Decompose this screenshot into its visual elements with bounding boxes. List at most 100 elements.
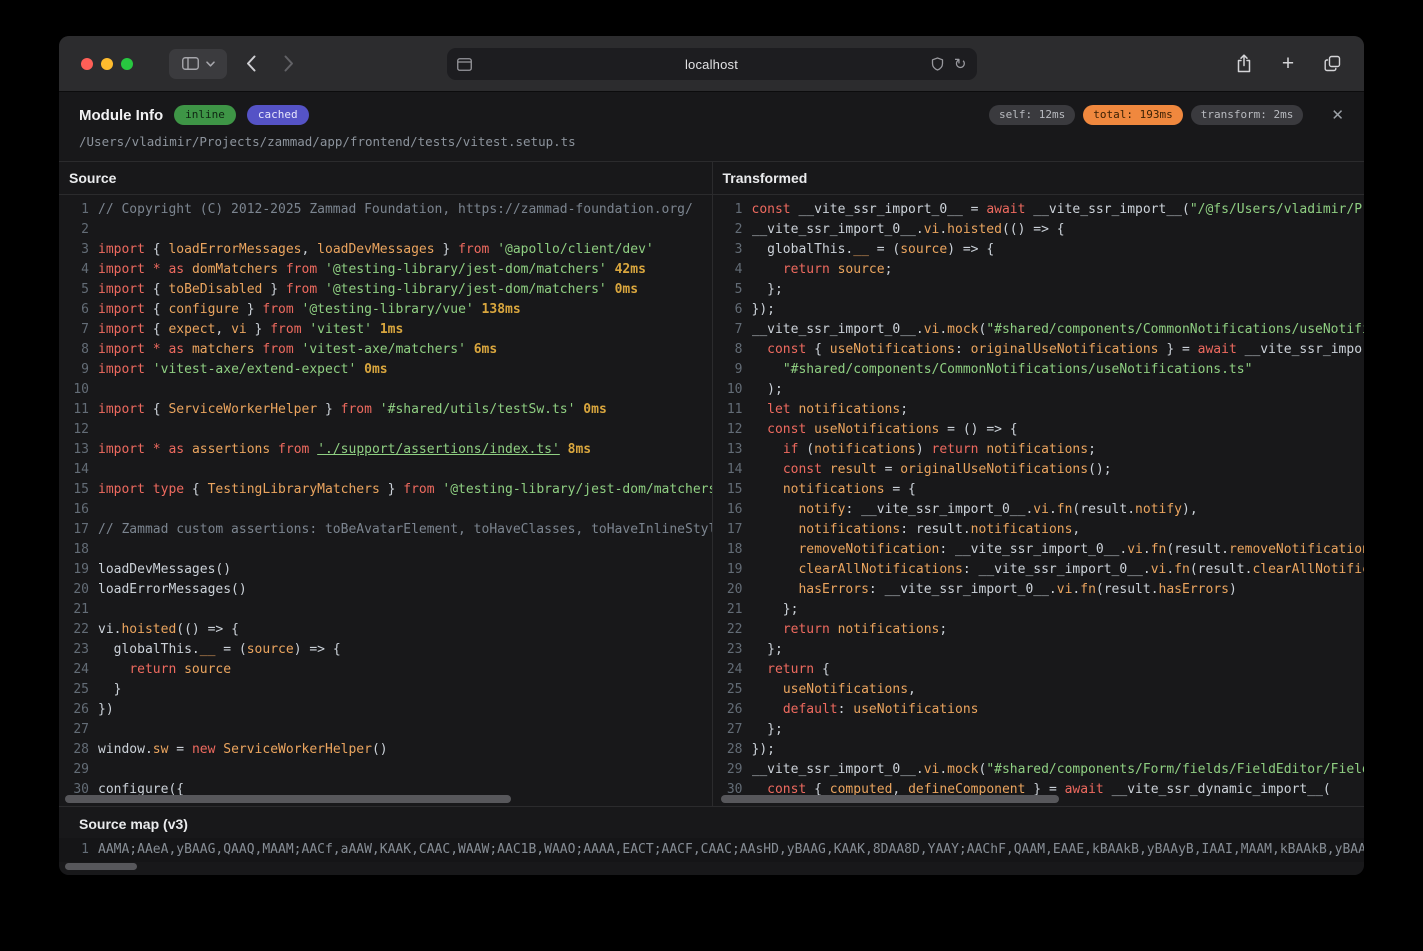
tabs-icon xyxy=(1324,55,1341,72)
code-line: 22 return notifications; xyxy=(719,620,1365,640)
sourcemap-scroll-zone xyxy=(59,862,1364,872)
code-line: 11 let notifications; xyxy=(719,400,1365,420)
reload-button[interactable]: ↻ xyxy=(954,57,967,72)
forward-button[interactable] xyxy=(275,49,303,79)
transformed-code: 1const __vite_ssr_import_0__ = await __v… xyxy=(713,195,1365,806)
browser-toolbar: localhost ↻ + xyxy=(59,36,1364,92)
page-title: Module Info xyxy=(79,107,163,124)
code-line: 19loadDevMessages() xyxy=(65,560,712,580)
code-line: 14 const result = originalUseNotificatio… xyxy=(719,460,1365,480)
code-line: 8 const { useNotifications: originalUseN… xyxy=(719,340,1365,360)
tabs-overview-button[interactable] xyxy=(1320,52,1344,76)
sourcemap-section: Source map (v3) 1 AAMA;AAeA,yBAAG,QAAQ,M… xyxy=(59,806,1364,875)
transform-time-badge: transform: 2ms xyxy=(1191,105,1304,125)
code-line: 11import { ServiceWorkerHelper } from '#… xyxy=(65,400,712,420)
code-line: 16 xyxy=(65,500,712,520)
share-button[interactable] xyxy=(1232,52,1256,76)
code-line: 8import * as matchers from 'vitest-axe/m… xyxy=(65,340,712,360)
new-tab-button[interactable]: + xyxy=(1276,52,1300,76)
code-line: 25 useNotifications, xyxy=(719,680,1365,700)
code-line: 9import 'vitest-axe/extend-expect' 0ms xyxy=(65,360,712,380)
module-inspect-page: Module Info inline cached self: 12ms tot… xyxy=(59,92,1364,875)
code-line: 17// Zammad custom assertions: toBeAvata… xyxy=(65,520,712,540)
code-line: 21 xyxy=(65,600,712,620)
code-line: 19 clearAllNotifications: __vite_ssr_imp… xyxy=(719,560,1365,580)
code-line: 2__vite_ssr_import_0__.vi.hoisted(() => … xyxy=(719,220,1365,240)
code-line: 24 return { xyxy=(719,660,1365,680)
browser-window: localhost ↻ + Module Info inline c xyxy=(59,36,1364,875)
code-line: 6import { configure } from '@testing-lib… xyxy=(65,300,712,320)
code-line: 7__vite_ssr_import_0__.vi.mock("#shared/… xyxy=(719,320,1365,340)
code-line: 22vi.hoisted(() => { xyxy=(65,620,712,640)
code-line: 23 }; xyxy=(719,640,1365,660)
code-line: 12 xyxy=(65,420,712,440)
code-line: 4import * as domMatchers from '@testing-… xyxy=(65,260,712,280)
code-line: 13 if (notifications) return notificatio… xyxy=(719,440,1365,460)
module-info-header: Module Info inline cached self: 12ms tot… xyxy=(59,92,1364,162)
code-line: 4 return source; xyxy=(719,260,1365,280)
code-line: 5 }; xyxy=(719,280,1365,300)
code-line: 3 globalThis.__ = (source) => { xyxy=(719,240,1365,260)
code-line: 12 const useNotifications = () => { xyxy=(719,420,1365,440)
code-line: 18 xyxy=(65,540,712,560)
self-time-badge: self: 12ms xyxy=(989,105,1075,125)
minimize-window-button[interactable] xyxy=(101,58,113,70)
code-line: 26}) xyxy=(65,700,712,720)
sidebar-toggle-button[interactable] xyxy=(169,49,227,79)
sourcemap-title: Source map (v3) xyxy=(59,807,1364,838)
code-line: 23 globalThis.__ = (source) => { xyxy=(65,640,712,660)
transformed-panel: Transformed 1const __vite_ssr_import_0__… xyxy=(712,162,1365,806)
source-code: 1// Copyright (C) 2012-2025 Zammad Found… xyxy=(59,195,712,806)
share-icon xyxy=(1236,54,1252,73)
code-line: 2 xyxy=(65,220,712,240)
code-line: 7import { expect, vi } from 'vitest' 1ms xyxy=(65,320,712,340)
code-line: 28}); xyxy=(719,740,1365,760)
module-file-path: /Users/vladimir/Projects/zammad/app/fron… xyxy=(79,134,1344,149)
code-line: 13import * as assertions from './support… xyxy=(65,440,712,460)
transformed-horizontal-scrollbar[interactable] xyxy=(721,795,1059,803)
url-field[interactable]: localhost ↻ xyxy=(447,48,977,80)
code-line: 15import type { TestingLibraryMatchers }… xyxy=(65,480,712,500)
code-line: 20loadErrorMessages() xyxy=(65,580,712,600)
sidebar-icon xyxy=(182,57,199,70)
chevron-down-icon xyxy=(206,61,215,67)
code-line: 6}); xyxy=(719,300,1365,320)
code-line: 18 removeNotification: __vite_ssr_import… xyxy=(719,540,1365,560)
chevron-left-icon xyxy=(246,55,256,72)
code-line: 27 }; xyxy=(719,720,1365,740)
code-line: 10 ); xyxy=(719,380,1365,400)
code-line: 1// Copyright (C) 2012-2025 Zammad Found… xyxy=(65,200,712,220)
total-time-badge: total: 193ms xyxy=(1083,105,1182,125)
code-line: 25 } xyxy=(65,680,712,700)
toolbar-actions: + xyxy=(1232,52,1344,76)
code-line: 17 notifications: result.notifications, xyxy=(719,520,1365,540)
code-line: 29__vite_ssr_import_0__.vi.mock("#shared… xyxy=(719,760,1365,780)
source-panel: Source 1// Copyright (C) 2012-2025 Zamma… xyxy=(59,162,712,806)
sourcemap-line: 1 AAMA;AAeA,yBAAG,QAAQ,MAAM;AACf,aAAW,KA… xyxy=(59,838,1364,862)
code-line: 29 xyxy=(65,760,712,780)
sourcemap-line-number: 1 xyxy=(65,840,89,860)
url-text: localhost xyxy=(501,57,923,72)
privacy-shield-icon[interactable] xyxy=(931,57,944,71)
code-line: 21 }; xyxy=(719,600,1365,620)
close-module-info-button[interactable]: ✕ xyxy=(1331,108,1344,123)
source-panel-title: Source xyxy=(59,162,712,195)
chevron-right-icon xyxy=(284,55,294,72)
code-line: 28window.sw = new ServiceWorkerHelper() xyxy=(65,740,712,760)
sourcemap-mappings: AAMA;AAeA,yBAAG,QAAQ,MAAM;AACf,aAAW,KAAK… xyxy=(98,840,1364,860)
transformed-panel-title: Transformed xyxy=(713,162,1365,195)
code-line: 24 return source xyxy=(65,660,712,680)
back-button[interactable] xyxy=(237,49,265,79)
traffic-lights xyxy=(81,58,133,70)
sourcemap-horizontal-scrollbar[interactable] xyxy=(65,863,137,870)
inline-badge: inline xyxy=(174,105,236,125)
page-icon xyxy=(457,58,472,71)
close-window-button[interactable] xyxy=(81,58,93,70)
source-horizontal-scrollbar[interactable] xyxy=(65,795,511,803)
code-line: 5import { toBeDisabled } from '@testing-… xyxy=(65,280,712,300)
code-line: 26 default: useNotifications xyxy=(719,700,1365,720)
code-line: 16 notify: __vite_ssr_import_0__.vi.fn(r… xyxy=(719,500,1365,520)
zoom-window-button[interactable] xyxy=(121,58,133,70)
code-line: 27 xyxy=(65,720,712,740)
cached-badge: cached xyxy=(247,105,309,125)
